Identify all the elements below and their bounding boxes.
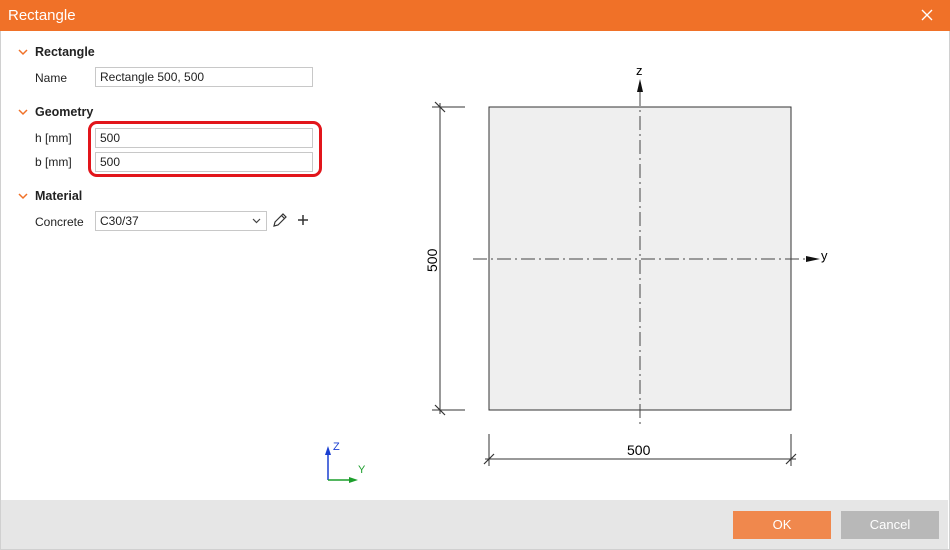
- z-arrow-icon: [637, 79, 643, 92]
- height-dimension-label: 500: [424, 248, 440, 272]
- width-dimension-label: 500: [627, 442, 651, 458]
- z-axis-label: z: [636, 63, 643, 78]
- section-drawing: z y 500 500 Z Y: [325, 63, 828, 483]
- dialog-footer: OK Cancel: [1, 500, 948, 549]
- cancel-button[interactable]: Cancel: [841, 511, 939, 539]
- global-z-label: Z: [333, 441, 340, 453]
- global-axes-icon: Z Y: [325, 441, 366, 483]
- global-y-label: Y: [358, 464, 366, 476]
- y-arrow-icon: [806, 256, 820, 262]
- ok-button[interactable]: OK: [733, 511, 831, 539]
- y-axis-label: y: [821, 248, 828, 263]
